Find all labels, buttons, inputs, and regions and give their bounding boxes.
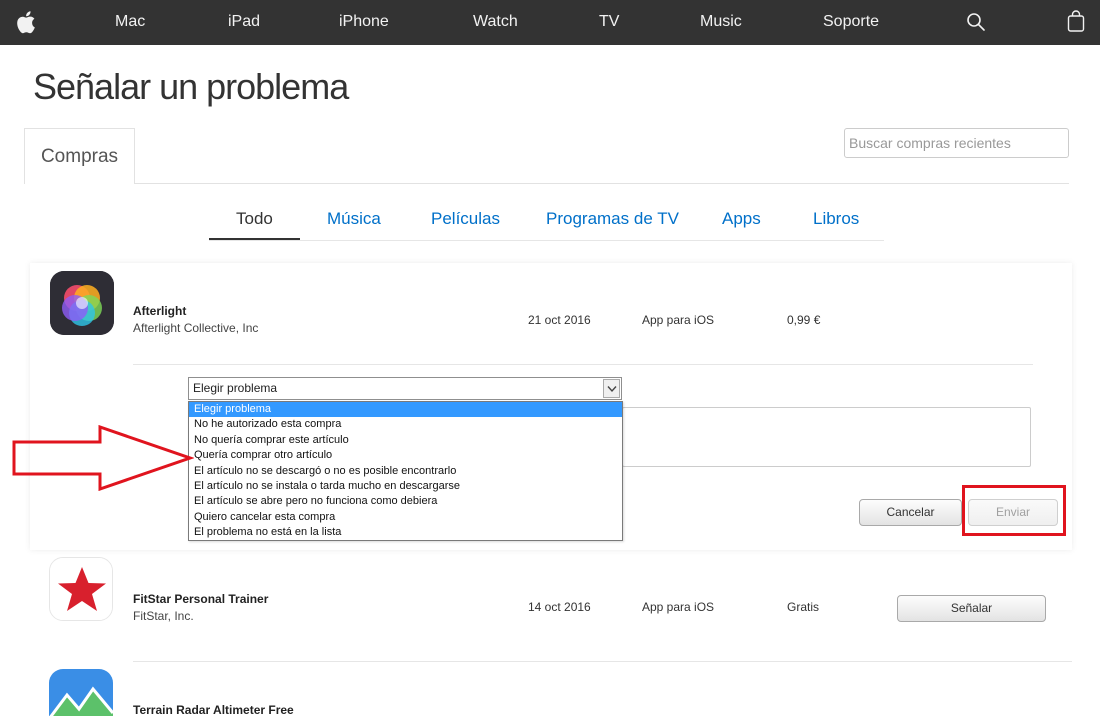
search-purchases-input[interactable] — [844, 128, 1069, 158]
problem-option[interactable]: No quería comprar este artículo — [189, 433, 622, 448]
problem-option[interactable]: Elegir problema — [189, 402, 622, 418]
filter-peliculas[interactable]: Películas — [431, 209, 500, 240]
purchase-kind: App para iOS — [642, 600, 715, 614]
tab-divider — [134, 183, 1069, 184]
nav-iphone[interactable]: iPhone — [339, 0, 389, 45]
cancel-button[interactable]: Cancelar — [859, 499, 962, 526]
filter-apps[interactable]: Apps — [722, 209, 761, 240]
page-title: Señalar un problema — [33, 66, 349, 107]
global-nav: Mac iPad iPhone Watch TV Music Soporte — [0, 0, 1100, 45]
filter-musica[interactable]: Música — [327, 209, 381, 240]
nav-mac[interactable]: Mac — [115, 0, 145, 45]
search-icon[interactable] — [966, 12, 986, 32]
shopping-bag-icon[interactable] — [1066, 9, 1086, 33]
row-divider — [133, 364, 1033, 365]
category-filter-bar: Todo Música Películas Programas de TV Ap… — [209, 209, 884, 241]
problem-options-list: Elegir problema No he autorizado esta co… — [188, 401, 623, 541]
problem-option[interactable]: El problema no está en la lista — [189, 525, 622, 540]
filter-todo[interactable]: Todo — [236, 209, 273, 240]
problem-option[interactable]: El artículo no se descargó o no es posib… — [189, 464, 622, 479]
app-developer-fitstar: FitStar, Inc. — [133, 609, 194, 623]
nav-soporte[interactable]: Soporte — [823, 0, 879, 45]
arrow-right-icon — [12, 425, 194, 491]
send-highlight-box — [962, 485, 1066, 536]
terrain-radar-icon — [49, 669, 113, 716]
purchase-date: 14 oct 2016 — [528, 600, 591, 614]
report-button[interactable]: Señalar — [897, 595, 1046, 622]
problem-option[interactable]: El artículo no se instala o tarda mucho … — [189, 479, 622, 494]
nav-ipad[interactable]: iPad — [228, 0, 260, 45]
filter-programas-tv[interactable]: Programas de TV — [546, 209, 679, 240]
purchase-date: 21 oct 2016 — [528, 313, 591, 327]
nav-tv[interactable]: TV — [599, 0, 619, 45]
nav-music[interactable]: Music — [700, 0, 742, 45]
problem-option[interactable]: El artículo se abre pero no funciona com… — [189, 494, 622, 509]
purchase-kind: App para iOS — [642, 313, 715, 327]
app-name-afterlight: Afterlight — [133, 304, 187, 318]
problem-select[interactable]: Elegir problema — [188, 377, 622, 400]
problem-select-value: Elegir problema — [193, 381, 278, 395]
purchase-price: Gratis — [787, 600, 820, 614]
problem-option[interactable]: Quería comprar otro artículo — [189, 448, 622, 463]
app-developer-afterlight: Afterlight Collective, Inc — [133, 321, 259, 335]
apple-logo-icon[interactable] — [14, 10, 36, 34]
filter-libros[interactable]: Libros — [813, 209, 859, 240]
tab-compras[interactable]: Compras — [24, 128, 135, 184]
afterlight-icon — [50, 271, 114, 335]
problem-option[interactable]: Quiero cancelar esta compra — [189, 510, 622, 525]
problem-option[interactable]: No he autorizado esta compra — [189, 417, 622, 432]
fitstar-icon — [49, 557, 113, 621]
chevron-down-icon[interactable] — [603, 379, 620, 398]
problem-details-textarea[interactable] — [622, 407, 1031, 467]
app-name-fitstar: FitStar Personal Trainer — [133, 592, 269, 606]
active-filter-underline — [209, 238, 300, 240]
app-name-terrain-radar: Terrain Radar Altimeter Free — [133, 703, 294, 716]
purchase-price: 0,99 € — [787, 313, 821, 327]
row-divider — [133, 661, 1072, 662]
nav-watch[interactable]: Watch — [473, 0, 518, 45]
